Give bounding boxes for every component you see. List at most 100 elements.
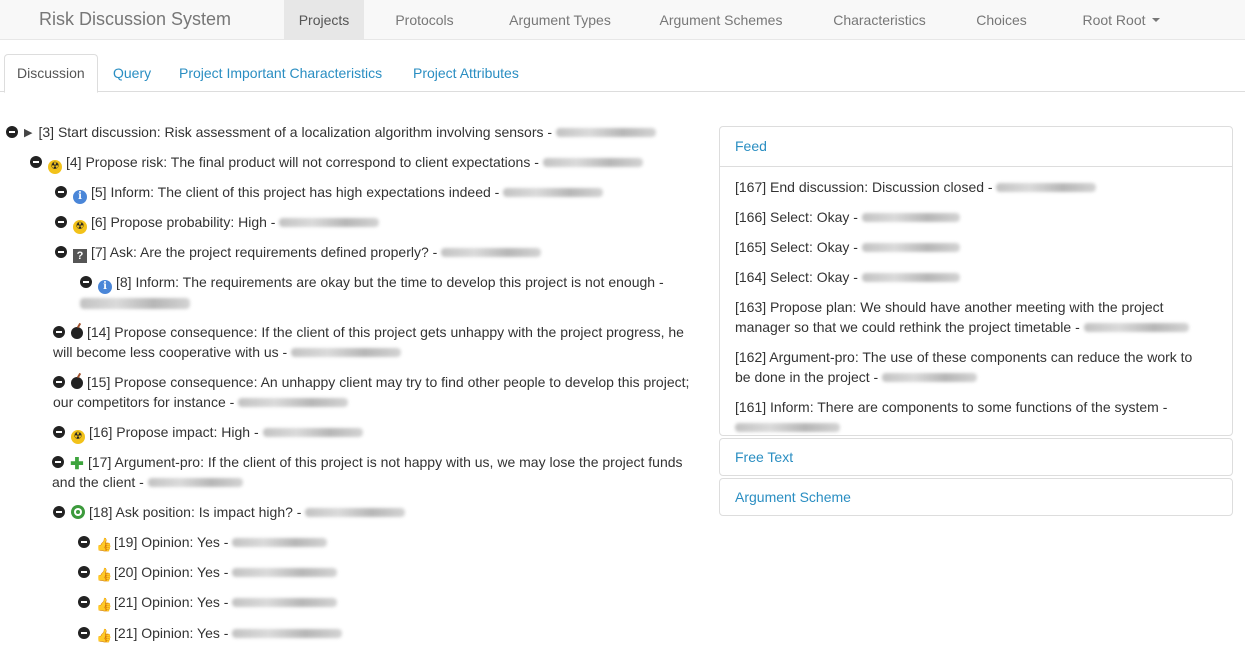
blurred-author — [232, 568, 338, 577]
node-id: [21] — [114, 625, 138, 641]
feed-list[interactable]: [167] End discussion: Discussion closed … — [720, 167, 1232, 435]
collapse-icon[interactable] — [78, 566, 90, 578]
node-id: [15] — [87, 374, 111, 390]
free-text-panel-heading[interactable]: Free Text — [720, 439, 1232, 475]
thumbs-up-icon: 👍 — [96, 628, 113, 643]
argument-scheme-panel-heading[interactable]: Argument Scheme — [720, 479, 1232, 515]
collapse-icon[interactable] — [53, 506, 65, 518]
tree-node[interactable]: [14] Propose consequence: If the client … — [53, 322, 703, 362]
node-text-continued: will become less cooperative with us - — [53, 342, 703, 362]
node-id: [8] — [116, 274, 132, 290]
feed-item-text: [164] Select: Okay - — [735, 269, 858, 285]
blurred-author — [882, 373, 978, 382]
nav-argument-types[interactable]: Argument Types — [485, 0, 635, 39]
tree-node[interactable]: [18] Ask position: Is impact high? - — [53, 502, 406, 522]
collapse-icon[interactable] — [55, 216, 67, 228]
tab-project-attributes[interactable]: Project Attributes — [401, 54, 531, 92]
blurred-author — [441, 248, 542, 257]
tree-node[interactable]: ✚ [17] Argument-pro: If the client of thi… — [52, 452, 702, 492]
blurred-author — [238, 398, 349, 407]
top-navbar: Risk Discussion System Projects Protocol… — [0, 0, 1245, 40]
node-id: [17] — [88, 454, 112, 470]
collapse-icon[interactable] — [78, 536, 90, 548]
tab-query[interactable]: Query — [101, 54, 163, 92]
tree-node[interactable]: ☢ [4] Propose risk: The final product wil… — [30, 152, 643, 174]
feed-item: [167] End discussion: Discussion closed … — [735, 177, 1215, 197]
nav-choices[interactable]: Choices — [952, 0, 1051, 39]
collapse-icon[interactable] — [6, 126, 18, 138]
thumbs-up-icon: 👍 — [96, 567, 113, 582]
nav-protocols[interactable]: Protocols — [364, 0, 485, 39]
nav-characteristics[interactable]: Characteristics — [807, 0, 952, 39]
nav-user-menu[interactable]: Root Root — [1051, 0, 1191, 39]
blurred-author — [305, 508, 406, 517]
feed-item-text-line-2: be done in the project - — [735, 369, 879, 385]
tree-node[interactable]: 👍 [21] Opinion: Yes - — [78, 592, 338, 612]
feed-item-text: [167] End discussion: Discussion closed … — [735, 179, 993, 195]
node-id: [19] — [114, 534, 138, 550]
tree-node[interactable]: [15] Propose consequence: An unhappy cli… — [53, 372, 708, 412]
nav-argument-schemes[interactable]: Argument Schemes — [635, 0, 807, 39]
node-text: Inform: The requirements are okay but th… — [135, 274, 664, 290]
tree-node[interactable]: i [5] Inform: The client of this project … — [55, 182, 604, 204]
radiation-icon: ☢ — [71, 430, 85, 444]
tree-node[interactable]: ? [7] Ask: Are the project requirements d… — [55, 242, 542, 263]
info-icon: i — [98, 280, 112, 294]
blurred-author — [861, 213, 960, 222]
collapse-icon[interactable] — [55, 186, 67, 198]
node-text: Propose consequence: An unhappy client m… — [114, 374, 690, 390]
node-text-line-2: will become less cooperative with us - — [53, 344, 288, 360]
tree-node[interactable]: 👍 [20] Opinion: Yes - — [78, 562, 338, 582]
blurred-author — [80, 298, 190, 309]
tree-node[interactable]: ☢ [16] Propose impact: High - — [53, 422, 363, 444]
node-text: Ask position: Is impact high? - — [115, 504, 302, 520]
collapse-icon[interactable] — [30, 156, 42, 168]
node-text: Propose probability: High - — [110, 214, 276, 230]
feed-item-text: [162] Argument-pro: The use of these com… — [735, 349, 1193, 365]
blurred-author — [555, 128, 656, 137]
feed-item: [161] Inform: There are components to so… — [735, 397, 1215, 435]
author-line — [735, 417, 1215, 435]
collapse-icon[interactable] — [53, 426, 65, 438]
feed-item: [162] Argument-pro: The use of these com… — [735, 347, 1215, 387]
sub-tabs: Discussion Query Project Important Chara… — [0, 54, 1245, 93]
node-text: Ask: Are the project requirements define… — [109, 244, 438, 260]
node-id: [20] — [114, 564, 138, 580]
node-text-line-2: and the client - — [52, 474, 144, 490]
feed-panel-heading[interactable]: Feed — [720, 127, 1232, 167]
tab-discussion[interactable]: Discussion — [4, 54, 98, 93]
target-icon — [71, 505, 85, 519]
tree-node[interactable]: 👍 [21] Opinion: Yes - — [78, 623, 343, 643]
feed-item-text-line-2: manager so that we could rethink the pro… — [735, 319, 1080, 335]
collapse-icon[interactable] — [53, 376, 65, 388]
tab-project-important-characteristics[interactable]: Project Important Characteristics — [167, 54, 394, 92]
tree-node[interactable]: i [8] Inform: The requirements are okay b… — [80, 272, 700, 314]
tree-node[interactable]: ☢ [6] Propose probability: High - — [55, 212, 380, 234]
nav-projects[interactable]: Projects — [284, 0, 364, 39]
collapse-icon[interactable] — [80, 276, 92, 288]
blurred-author — [503, 188, 604, 197]
feed-item-continued: manager so that we could rethink the pro… — [735, 317, 1215, 337]
collapse-icon[interactable] — [55, 246, 67, 258]
collapse-icon[interactable] — [52, 456, 64, 468]
plus-icon: ✚ — [70, 456, 84, 473]
info-icon: i — [73, 190, 87, 204]
blurred-author — [232, 598, 338, 607]
collapse-icon[interactable] — [53, 326, 65, 338]
blurred-author — [1083, 323, 1189, 332]
feed-item: [165] Select: Okay - — [735, 237, 1215, 257]
tree-node[interactable]: ▶ [3] Start discussion: Risk assessment o… — [6, 122, 656, 143]
collapse-icon[interactable] — [78, 627, 90, 639]
brand-title[interactable]: Risk Discussion System — [0, 0, 284, 39]
node-text: Opinion: Yes - — [141, 594, 229, 610]
node-id: [14] — [87, 324, 111, 340]
tree-node[interactable]: 👍 [19] Opinion: Yes - — [78, 532, 328, 552]
author-line — [80, 294, 700, 314]
feed-item-text: [163] Propose plan: We should have anoth… — [735, 299, 1164, 315]
node-text: Propose risk: The final product will not… — [85, 154, 539, 170]
node-id: [16] — [89, 424, 113, 440]
blurred-author — [232, 629, 343, 638]
play-arrow-icon[interactable]: ▶ — [24, 123, 32, 143]
feed-item: [166] Select: Okay - — [735, 207, 1215, 227]
collapse-icon[interactable] — [78, 596, 90, 608]
